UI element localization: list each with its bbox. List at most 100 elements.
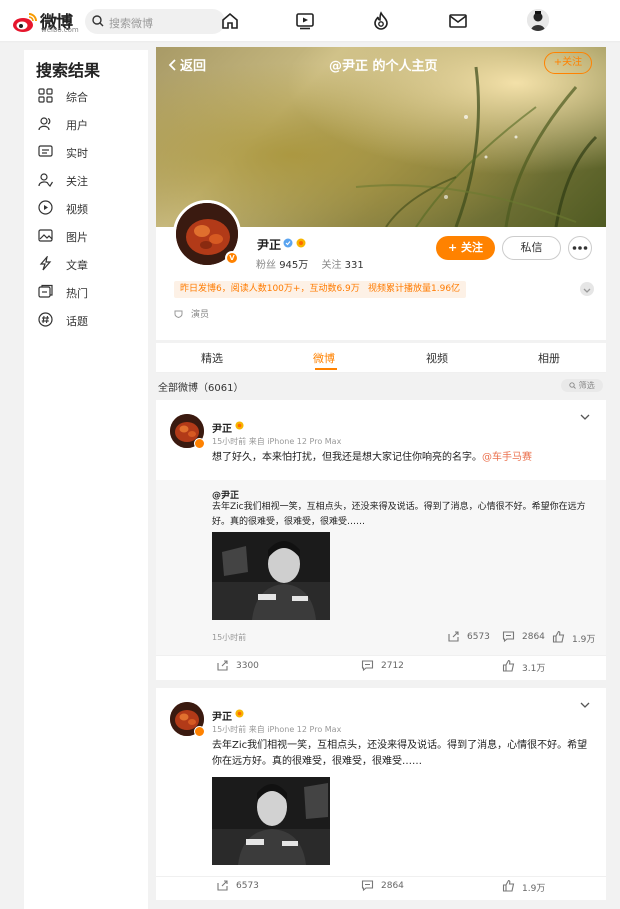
banner-title: @尹正 的个人主页 <box>329 59 438 74</box>
sidebar-item-label: 图片 <box>66 231 88 244</box>
share-icon <box>448 631 459 642</box>
following-count[interactable]: 331 <box>345 260 364 271</box>
divider <box>156 655 606 656</box>
following-label: 关注 <box>321 260 342 271</box>
count: 3.1万 <box>522 664 546 674</box>
weibo-post: 尹正 15小时前 来自 iPhone 12 Pro Max 想了好久，本来怕打扰… <box>156 400 606 680</box>
reposted-content[interactable]: @尹正 去年Zic我们相视一笑，互相点头，还没来得及说话。得到了消息，心情很不好… <box>156 480 606 655</box>
follow-icon <box>38 173 53 187</box>
mail-icon[interactable] <box>448 11 468 31</box>
occupation-row: 演员 <box>174 307 209 320</box>
post-photo[interactable] <box>212 777 330 865</box>
back-button[interactable]: 返回 <box>168 55 206 74</box>
repost-text: 去年Zic我们相视一笑，互相点头，还没来得及说话。得到了消息，心情很不好。希望你… <box>212 502 586 527</box>
chevron-down-icon[interactable] <box>579 412 591 422</box>
topic-icon <box>38 312 53 327</box>
comment-icon <box>361 660 374 672</box>
count: 1.9万 <box>522 884 546 894</box>
sidebar-item-label: 关注 <box>66 175 88 188</box>
repost-like-count[interactable]: 1.9万 <box>552 630 595 645</box>
message-button[interactable]: 私信 <box>502 236 561 260</box>
tab-video[interactable]: 视频 <box>426 350 448 366</box>
post-author[interactable]: 尹正 <box>212 420 232 435</box>
gold-badge-icon <box>296 238 306 248</box>
count: 2864 <box>381 881 404 891</box>
search-input[interactable]: 搜索微博 <box>85 9 225 34</box>
filter-button[interactable]: 筛选 <box>561 379 603 392</box>
sidebar-item-video[interactable]: 视频 <box>38 199 138 219</box>
post-text: 想了好久，本来怕打扰，但我还是想大家记住你响亮的名字。@车手马赛 <box>212 450 592 466</box>
post-author[interactable]: 尹正 <box>212 708 232 723</box>
like-button[interactable]: 1.9万 <box>502 879 546 894</box>
count: 6573 <box>236 881 259 891</box>
sidebar-item-label: 文章 <box>66 259 88 272</box>
sidebar-item-users[interactable]: 用户 <box>38 115 138 135</box>
follow-button[interactable]: + 关注 <box>436 236 495 260</box>
like-icon <box>502 879 515 892</box>
activity-tag[interactable]: 昨日发博6，阅读人数100万+，互动数6.9万 <box>174 281 366 298</box>
sidebar-item-follow[interactable]: 关注 <box>38 171 138 191</box>
weibo-logo[interactable]: 微博 weibo.com <box>12 9 79 35</box>
like-icon <box>502 659 515 672</box>
count: 6573 <box>467 632 490 642</box>
sidebar-title: 搜索结果 <box>36 61 101 80</box>
search-sidebar: 搜索结果 综合 用户 实时 关注 视频 图片 文章 热门 话题 <box>24 50 148 909</box>
sidebar-item-articles[interactable]: 文章 <box>38 255 138 275</box>
share-icon <box>217 660 228 671</box>
comment-button[interactable]: 2712 <box>361 660 404 672</box>
chevron-down-icon[interactable] <box>579 700 591 710</box>
verified-badge-icon: V <box>225 251 239 265</box>
mention-link[interactable]: @车手马赛 <box>482 452 532 463</box>
repost-comment-count[interactable]: 2864 <box>502 631 545 643</box>
comment-button[interactable]: 2864 <box>361 880 404 892</box>
active-tab-indicator <box>315 368 337 370</box>
realtime-icon <box>38 145 53 157</box>
fans-count[interactable]: 945万 <box>279 260 308 271</box>
occupation-icon <box>174 310 183 319</box>
more-dots-icon <box>572 246 588 250</box>
repost-repost-count[interactable]: 6573 <box>448 631 490 642</box>
video-nav-icon[interactable] <box>295 11 315 31</box>
post-body: 想了好久，本来怕打扰，但我还是想大家记住你响亮的名字。 <box>212 452 482 463</box>
count: 3300 <box>236 661 259 671</box>
sidebar-item-label: 用户 <box>66 119 88 132</box>
more-button[interactable] <box>568 236 592 260</box>
tab-featured[interactable]: 精选 <box>201 350 223 366</box>
sidebar-item-hot[interactable]: 热门 <box>38 283 138 303</box>
video-icon <box>38 200 53 215</box>
hot-icon <box>38 284 53 298</box>
search-icon <box>569 382 577 389</box>
avatar-image <box>527 9 549 31</box>
repost-button[interactable]: 3300 <box>217 660 259 671</box>
expand-button[interactable] <box>580 282 594 296</box>
sidebar-item-images[interactable]: 图片 <box>38 227 138 247</box>
weibo-logo-icon <box>13 13 37 32</box>
tab-weibo[interactable]: 微博 <box>313 350 335 366</box>
sidebar-item-comprehensive[interactable]: 综合 <box>38 87 138 107</box>
video-play-tag[interactable]: 视频累计播放量1.96亿 <box>362 281 467 298</box>
home-icon[interactable] <box>220 11 240 31</box>
sidebar-item-label: 视频 <box>66 203 88 216</box>
chevron-down-icon <box>583 288 591 293</box>
count: 2712 <box>381 661 404 671</box>
sidebar-item-label: 实时 <box>66 147 88 160</box>
hot-nav-icon[interactable] <box>371 11 391 31</box>
sidebar-item-topics[interactable]: 话题 <box>38 311 138 331</box>
fans-label: 粉丝 <box>256 260 276 271</box>
post-meta: 15小时前 来自 iPhone 12 Pro Max <box>212 437 342 446</box>
sidebar-item-label: 综合 <box>66 91 88 104</box>
post-text: 去年Zic我们相视一笑，互相点头，还没来得及说话。得到了消息，心情很不好。希望你… <box>212 740 588 767</box>
grid-icon <box>38 88 53 103</box>
post-photo[interactable] <box>212 532 330 620</box>
profile-name: 尹正 <box>257 238 282 252</box>
repost-button[interactable]: 6573 <box>217 880 259 891</box>
comment-icon <box>502 631 515 643</box>
like-button[interactable]: 3.1万 <box>502 659 546 674</box>
repost-time: 15小时前 <box>212 633 247 642</box>
tab-album[interactable]: 相册 <box>538 350 560 366</box>
chevron-left-icon <box>168 59 176 71</box>
banner-follow-button[interactable]: +关注 <box>544 52 592 74</box>
user-avatar[interactable] <box>527 9 549 31</box>
sidebar-item-realtime[interactable]: 实时 <box>38 143 138 163</box>
photo-image <box>212 532 330 620</box>
